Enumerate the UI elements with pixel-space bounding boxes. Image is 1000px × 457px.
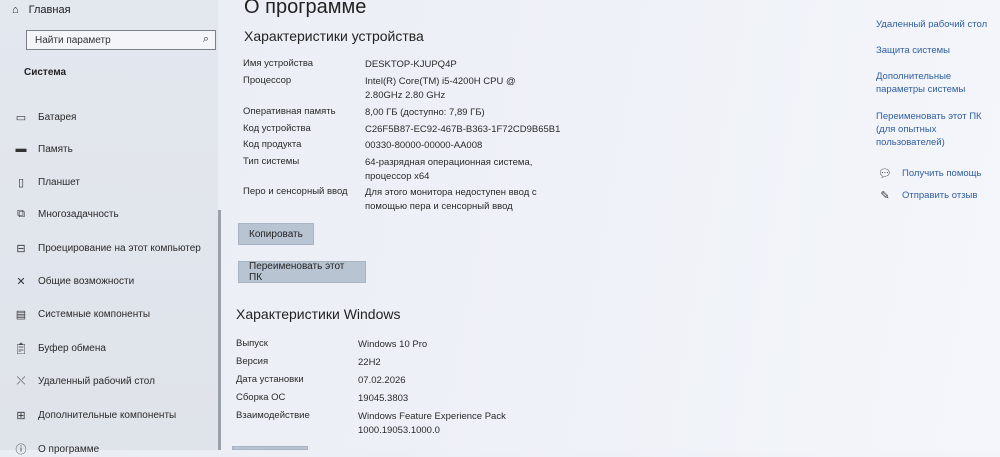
spec-key: Взаимодействие <box>236 410 310 421</box>
sidebar-item-label: Память <box>38 143 73 155</box>
device-specs-title: Характеристики устройства <box>244 28 424 44</box>
rename-pc-button[interactable]: Переименовать этот ПК <box>238 261 366 283</box>
search-input[interactable]: Найти параметр ⌕ <box>26 30 216 50</box>
clipboard-icon: 📋︎ <box>14 343 28 355</box>
feedback-icon: ✎ <box>880 190 890 202</box>
give-feedback-label: Отправить отзыв <box>902 190 978 201</box>
spec-value: Windows Feature Experience Pack 1000.190… <box>358 411 506 436</box>
sidebar-item-battery[interactable]: ▭ Батарея <box>12 111 77 124</box>
copy-windows-button[interactable] <box>232 446 308 450</box>
info-icon: ⓘ <box>15 444 27 456</box>
main-content: О программе Характеристики устройства Им… <box>232 0 836 450</box>
spec-key: Код устройства <box>243 123 311 134</box>
sidebar: ⌂ Главная Найти параметр ⌕ Система ▭ Бат… <box>0 0 218 456</box>
get-help-label: Получить помощь <box>902 168 982 179</box>
tablet-icon: ▯ <box>17 177 25 189</box>
sidebar-item-projecting[interactable]: ⊟ Проецирование на этот компьютер <box>12 242 201 255</box>
sidebar-item-label: О программе <box>38 443 100 455</box>
spec-value: 22H2 <box>358 357 381 368</box>
sidebar-item-label: Планшет <box>38 177 80 188</box>
search-placeholder: Найти параметр <box>35 35 111 46</box>
sidebar-section-title: Система <box>24 67 67 78</box>
spec-key: Версия <box>236 356 269 367</box>
home-label: Главная <box>28 4 71 16</box>
sidebar-item-label: Дополнительные компоненты <box>38 410 177 421</box>
sidebar-item-label: Проецирование на этот компьютер <box>38 243 201 254</box>
sidebar-item-remote-desktop[interactable]: ⤬ Удаленный рабочий стол <box>12 375 155 388</box>
sidebar-item-clipboard[interactable]: 📋︎ Буфер обмена <box>12 342 106 355</box>
system-components-icon: ▤ <box>15 309 27 321</box>
spec-value: 64-разрядная операционная система, проце… <box>365 157 533 182</box>
get-help-link[interactable]: 💬︎ Получить помощь <box>878 167 981 180</box>
sidebar-item-optional-features[interactable]: ⊞ Дополнительные компоненты <box>12 409 176 422</box>
home-icon: ⌂ <box>12 4 19 16</box>
spec-key: Тип системы <box>243 156 300 167</box>
give-feedback-link[interactable]: ✎ Отправить отзыв <box>878 189 977 202</box>
link-rename-pc-advanced[interactable]: Переименовать этот ПК (для опытных польз… <box>876 110 1000 149</box>
link-system-protection[interactable]: Защита системы <box>876 44 996 57</box>
sidebar-item-shared-experiences[interactable]: ✕ Общие возможности <box>12 275 134 288</box>
spec-key: Процессор <box>243 75 292 86</box>
spec-value: DESKTOP-KJUPQ4P <box>365 59 457 70</box>
projecting-icon: ⊟ <box>16 243 26 255</box>
spec-key: Выпуск <box>236 338 268 349</box>
help-chat-icon: 💬︎ <box>878 168 892 180</box>
storage-icon: ▬ <box>15 143 27 155</box>
copy-button[interactable]: Копировать <box>238 223 314 245</box>
sidebar-item-label: Многозадачность <box>38 209 119 220</box>
spec-value: Для этого монитора недоступен ввод с пом… <box>365 187 537 212</box>
spec-key: Сборка ОС <box>236 392 286 403</box>
search-icon: ⌕ <box>202 33 209 45</box>
related-settings-panel: Удаленный рабочий стол Защита системы До… <box>870 0 1000 450</box>
multitasking-icon: ⧉ <box>17 208 25 220</box>
shared-experiences-icon: ✕ <box>16 276 26 288</box>
sidebar-item-label: Батарея <box>38 112 77 123</box>
sidebar-item-label: Общие возможности <box>38 276 135 287</box>
sidebar-scrollbar[interactable] <box>218 210 221 450</box>
spec-value: 8,00 ГБ (доступно: 7,89 ГБ) <box>365 107 485 118</box>
spec-value: 00330-80000-00000-AA008 <box>365 140 483 151</box>
spec-value: 07.02.2026 <box>358 375 406 386</box>
sidebar-item-storage[interactable]: ▬ Память <box>12 143 73 155</box>
spec-key: Имя устройства <box>243 58 314 69</box>
sidebar-item-about[interactable]: ⓘ О программе <box>12 441 100 457</box>
spec-value: 19045.3803 <box>358 393 409 404</box>
spec-key: Дата установки <box>236 374 304 385</box>
spec-key: Оперативная память <box>243 106 336 117</box>
sidebar-item-tablet[interactable]: ▯ Планшет <box>12 176 80 189</box>
remote-desktop-icon: ⤬ <box>16 375 26 387</box>
spec-value: Intel(R) Core(TM) i5-4200H CPU @ 2.80GHz… <box>365 76 516 101</box>
spec-key: Перо и сенсорный ввод <box>243 186 348 197</box>
link-advanced-system-settings[interactable]: Дополнительные параметры системы <box>876 70 1000 96</box>
sidebar-home[interactable]: ⌂ Главная <box>12 4 71 16</box>
spec-value: C26F5B87-EC92-467B-B363-1F72CD9B65B1 <box>365 124 561 135</box>
sidebar-item-multitasking[interactable]: ⧉ Многозадачность <box>12 208 119 221</box>
sidebar-item-label: Буфер обмена <box>38 343 106 354</box>
sidebar-item-label: Удаленный рабочий стол <box>38 376 155 387</box>
optional-features-icon: ⊞ <box>16 410 26 422</box>
spec-key: Код продукта <box>243 139 302 150</box>
link-remote-desktop[interactable]: Удаленный рабочий стол <box>876 18 996 28</box>
sidebar-item-system-components[interactable]: ▤ Системные компоненты <box>12 308 150 321</box>
windows-specs-title: Характеристики Windows <box>236 306 401 322</box>
spec-value: Windows 10 Pro <box>358 339 428 350</box>
battery-icon: ▭ <box>15 112 27 124</box>
sidebar-item-label: Системные компоненты <box>38 309 151 320</box>
page-title: О программе <box>244 0 367 18</box>
